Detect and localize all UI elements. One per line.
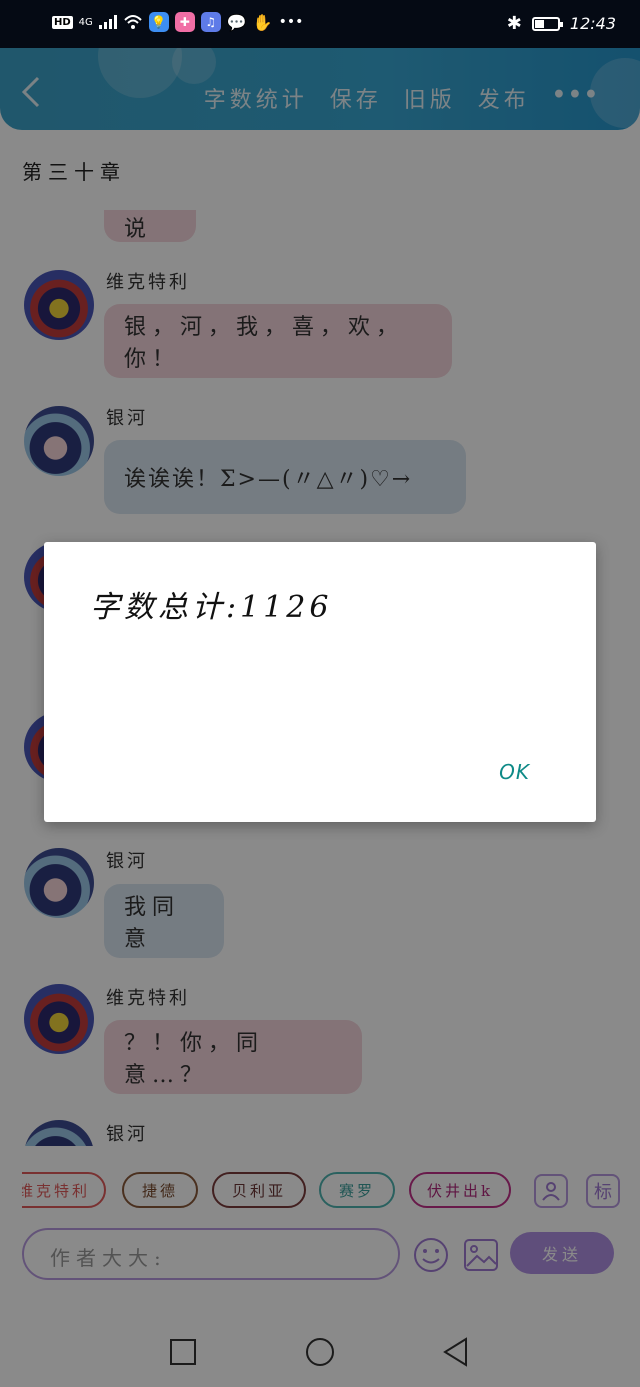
status-bar: HD 4G 💡 ✚ ♫ 💬 ✋ ••• ✱ 12:43 xyxy=(0,0,640,48)
hd-indicator: HD xyxy=(52,15,73,29)
wifi-icon xyxy=(123,14,143,30)
clock: 12:43 xyxy=(569,14,616,33)
status-left: HD 4G 💡 ✚ ♫ 💬 ✋ ••• xyxy=(52,12,303,32)
battery-fill xyxy=(534,19,545,28)
puzzle-app-icon: ✚ xyxy=(174,12,195,32)
dialog-message: 字数总计:1126 xyxy=(90,590,333,625)
more-notifications-icon: ••• xyxy=(278,14,304,30)
bulb-app-icon: 💡 xyxy=(148,12,169,32)
network-label: 4G xyxy=(78,16,93,28)
music-app-icon: ♫ xyxy=(200,12,221,32)
ok-button[interactable]: OK xyxy=(499,760,530,784)
chat-app-icon: 💬 xyxy=(226,12,247,32)
bluetooth-icon: ✱ xyxy=(506,13,522,34)
signal-icon xyxy=(98,15,117,29)
battery-icon xyxy=(531,16,563,31)
word-count-dialog: 字数总计:1126 OK xyxy=(44,542,596,822)
hand-app-icon: ✋ xyxy=(252,12,273,32)
status-right: ✱ 12:43 xyxy=(507,13,616,34)
